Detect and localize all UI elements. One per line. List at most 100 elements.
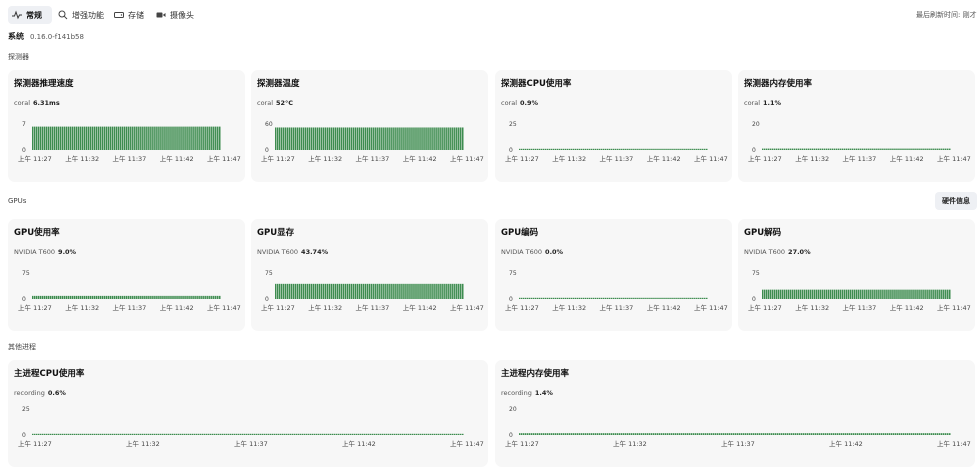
bar (668, 297, 670, 299)
bar (83, 126, 86, 150)
bar (302, 433, 304, 435)
bar (41, 295, 44, 299)
bar (622, 297, 624, 299)
x-tick-label: 上午 11:32 (795, 303, 829, 312)
bar (915, 289, 917, 299)
tab-enrichments[interactable]: 增强功能 (58, 6, 104, 24)
bar (414, 127, 416, 150)
x-tick-label: 上午 11:37 (356, 303, 390, 312)
bar (260, 433, 262, 435)
bar (47, 126, 50, 150)
bar (211, 295, 213, 299)
bar (205, 295, 207, 299)
bar (633, 433, 635, 435)
bar (566, 297, 569, 299)
bar (85, 295, 88, 299)
bar (55, 126, 58, 150)
bar (354, 433, 356, 435)
bar (803, 148, 806, 150)
bar (857, 289, 859, 299)
bar (69, 126, 72, 150)
bar (869, 148, 871, 150)
bar (582, 148, 585, 150)
bar (666, 297, 668, 299)
bar (398, 433, 400, 435)
bar (336, 433, 338, 435)
bar (254, 433, 256, 435)
bar (680, 297, 682, 299)
tab-general[interactable]: 常规 (8, 6, 52, 24)
bar (911, 433, 913, 435)
bar (865, 148, 867, 150)
bar (853, 433, 855, 435)
bar (719, 433, 721, 435)
x-tick-label: 上午 11:37 (843, 154, 877, 163)
bar (153, 126, 155, 150)
bar (520, 148, 523, 150)
bar (602, 297, 605, 299)
bar (430, 127, 432, 150)
bar (390, 127, 392, 150)
bar (877, 433, 879, 435)
bar (432, 283, 434, 299)
tab-storage[interactable]: 存储 (114, 6, 144, 24)
bar (717, 433, 719, 435)
bar (903, 433, 905, 435)
bar (562, 148, 565, 150)
bar (328, 127, 331, 150)
bar (65, 295, 68, 299)
bar (771, 289, 774, 299)
tab-cameras[interactable]: 摄像头 (156, 6, 194, 24)
bar (398, 283, 400, 299)
bar (747, 433, 749, 435)
bar (296, 433, 298, 435)
hardware-info-button[interactable]: 硬件信息 (935, 192, 977, 210)
x-tick-label: 上午 11:32 (65, 154, 99, 163)
bar (642, 148, 644, 150)
bar (555, 433, 557, 435)
bar (74, 433, 76, 435)
bar (119, 126, 122, 150)
bar (394, 433, 396, 435)
bar (763, 289, 766, 299)
bar (410, 433, 412, 435)
bar (217, 295, 219, 299)
bar (314, 283, 317, 299)
bar (149, 295, 151, 299)
x-tick-label: 上午 11:27 (505, 154, 539, 163)
bar (59, 126, 62, 150)
bar (199, 126, 201, 150)
bar (392, 433, 394, 435)
bar (686, 297, 688, 299)
bar (88, 433, 90, 435)
bar (813, 289, 816, 299)
bar (592, 297, 595, 299)
bar (775, 148, 778, 150)
bar (350, 433, 352, 435)
bar (334, 127, 337, 150)
bar (606, 148, 609, 150)
tab-label: 存储 (128, 10, 144, 20)
bar (374, 127, 376, 150)
bar (376, 433, 378, 435)
x-tick-label: 上午 11:47 (450, 154, 484, 163)
bar (586, 297, 589, 299)
bar (545, 433, 547, 435)
bar (145, 295, 147, 299)
bar (296, 283, 299, 299)
bar (308, 283, 311, 299)
bar (192, 433, 194, 435)
bar (620, 297, 622, 299)
card-gpu-encode: GPU编码 NVIDIA T600 0.0% 75 0 上午 11:27 上午 11:3… (495, 219, 732, 331)
bar (81, 126, 84, 150)
bar (226, 433, 228, 435)
bar (200, 433, 202, 435)
bar (101, 126, 104, 150)
bar (460, 283, 462, 299)
bar (656, 148, 658, 150)
bar (628, 297, 630, 299)
bar (187, 126, 189, 150)
x-tick-label: 上午 11:37 (721, 439, 755, 448)
bar (173, 295, 175, 299)
bar (825, 289, 828, 299)
